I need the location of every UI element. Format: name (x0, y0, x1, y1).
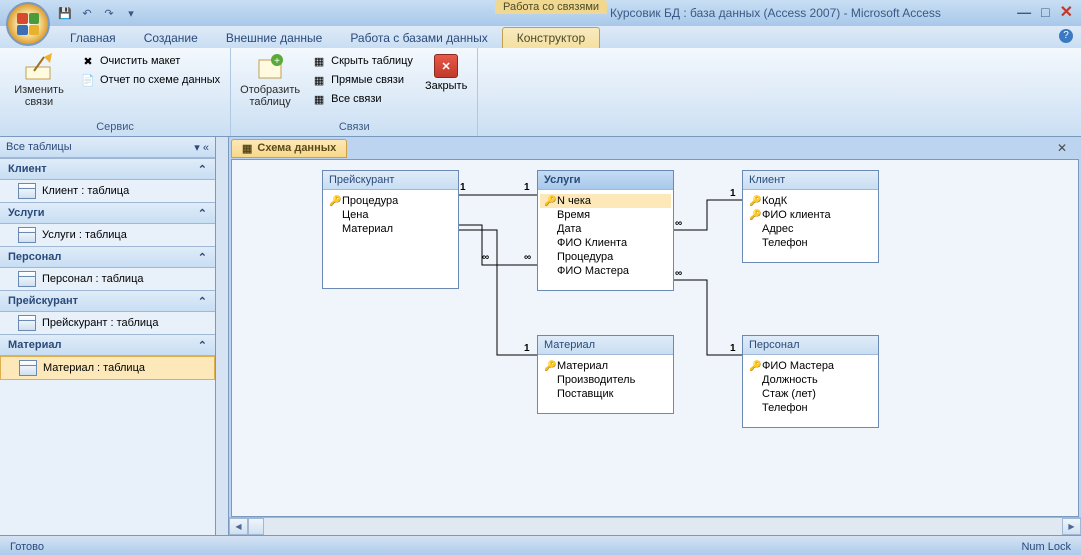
relations-icon: ▦ (242, 142, 252, 155)
horizontal-scrollbar[interactable]: ◀ ▶ (229, 517, 1081, 535)
direct-rel-icon: ▦ (311, 72, 327, 88)
nav-shutter-bar[interactable] (216, 137, 229, 535)
hide-table-icon: ▦ (311, 53, 327, 69)
nav-group-pricelist[interactable]: Прейскурант⌃ (0, 290, 215, 312)
show-table-icon: + (255, 52, 285, 82)
nav-item-services-table[interactable]: Услуги : таблица (0, 224, 215, 246)
group-relations-label: Связи (235, 120, 473, 134)
table-pricelist[interactable]: Прейскурант 🔑Процедура Цена Материал (322, 170, 459, 289)
all-rel-icon: ▦ (311, 91, 327, 107)
help-button[interactable]: ? (1059, 29, 1073, 43)
close-window-button[interactable]: ✕ (1060, 2, 1073, 22)
chevron-up-icon: ⌃ (198, 251, 207, 264)
table-material[interactable]: Материал 🔑Материал Производитель Поставщ… (537, 335, 674, 414)
hide-table-button[interactable]: ▦Скрыть таблицу (309, 52, 415, 70)
tab-database-tools[interactable]: Работа с базами данных (336, 28, 501, 48)
table-staff[interactable]: Персонал 🔑ФИО Мастера Должность Стаж (ле… (742, 335, 879, 428)
chevron-up-icon: ⌃ (198, 207, 207, 220)
report-icon: 📄 (80, 72, 96, 88)
nav-collapse-icon[interactable]: « (203, 142, 209, 154)
tab-home[interactable]: Главная (56, 28, 130, 48)
show-table-button[interactable]: + Отобразить таблицу (235, 50, 305, 110)
redo-icon[interactable]: ↷ (100, 4, 118, 22)
chevron-up-icon: ⌃ (198, 339, 207, 352)
close-relations-button[interactable]: ✕ (434, 54, 458, 78)
edit-relations-button[interactable]: Изменить связи (4, 50, 74, 110)
office-button[interactable] (6, 2, 50, 46)
schema-report-button[interactable]: 📄Отчет по схеме данных (78, 71, 222, 89)
nav-group-services[interactable]: Услуги⌃ (0, 202, 215, 224)
all-relations-button[interactable]: ▦Все связи (309, 90, 415, 108)
qat-dropdown-icon[interactable]: ▾ (122, 4, 140, 22)
nav-dropdown-icon[interactable]: ▾ (194, 142, 200, 154)
table-services[interactable]: Услуги 🔑N чека Время Дата ФИО Клиента Пр… (537, 170, 674, 291)
scroll-thumb[interactable] (248, 518, 264, 535)
tab-constructor[interactable]: Конструктор (502, 27, 600, 48)
nav-group-personnel[interactable]: Персонал⌃ (0, 246, 215, 268)
chevron-up-icon: ⌃ (198, 163, 207, 176)
doc-tab-schema[interactable]: ▦ Схема данных (231, 139, 347, 158)
maximize-button[interactable]: □ (1041, 4, 1049, 20)
tab-external-data[interactable]: Внешние данные (212, 28, 337, 48)
scroll-right-button[interactable]: ▶ (1062, 518, 1081, 535)
svg-text:+: + (274, 56, 280, 67)
scroll-left-button[interactable]: ◀ (229, 518, 248, 535)
edit-relations-icon (24, 52, 54, 82)
table-icon (18, 227, 36, 243)
numlock-indicator: Num Lock (1021, 541, 1071, 553)
chevron-up-icon: ⌃ (198, 295, 207, 308)
nav-item-client-table[interactable]: Клиент : таблица (0, 180, 215, 202)
table-icon (18, 315, 36, 331)
relationships-canvas[interactable]: 11 ∞∞ ∞1 ∞1 1 Прейскурант 🔑Процедура Цен… (231, 159, 1079, 517)
clear-layout-button[interactable]: ✖Очистить макет (78, 52, 222, 70)
quick-access-toolbar: 💾 ↶ ↷ ▾ (56, 4, 140, 22)
nav-item-personnel-table[interactable]: Персонал : таблица (0, 268, 215, 290)
nav-header[interactable]: Все таблицы ▾ « (0, 137, 215, 158)
title-bar: 💾 ↶ ↷ ▾ Работа со связями Курсовик БД : … (0, 0, 1081, 26)
status-bar: Готово Num Lock (0, 535, 1081, 555)
table-icon (18, 271, 36, 287)
direct-relations-button[interactable]: ▦Прямые связи (309, 71, 415, 89)
table-client[interactable]: Клиент 🔑КодК 🔑ФИО клиента Адрес Телефон (742, 170, 879, 263)
tab-create[interactable]: Создание (130, 28, 212, 48)
nav-group-client[interactable]: Клиент⌃ (0, 158, 215, 180)
table-icon (18, 183, 36, 199)
nav-item-material-table[interactable]: Материал : таблица (0, 356, 215, 380)
save-icon[interactable]: 💾 (56, 4, 74, 22)
navigation-pane: Все таблицы ▾ « Клиент⌃ Клиент : таблица… (0, 137, 216, 535)
clear-icon: ✖ (80, 53, 96, 69)
group-service-label: Сервис (4, 120, 226, 134)
close-document-button[interactable]: ✕ (1057, 141, 1067, 155)
window-title: Курсовик БД : база данных (Access 2007) … (610, 6, 941, 20)
document-tabs: ▦ Схема данных ✕ (229, 137, 1081, 159)
ribbon-tabs: Главная Создание Внешние данные Работа с… (0, 26, 1081, 48)
close-label: Закрыть (425, 80, 467, 92)
nav-group-material[interactable]: Материал⌃ (0, 334, 215, 356)
table-icon (19, 360, 37, 376)
status-text: Готово (10, 541, 44, 553)
nav-item-pricelist-table[interactable]: Прейскурант : таблица (0, 312, 215, 334)
undo-icon[interactable]: ↶ (78, 4, 96, 22)
ribbon: Изменить связи ✖Очистить макет 📄Отчет по… (0, 48, 1081, 137)
minimize-button[interactable]: — (1017, 4, 1031, 20)
contextual-tab-label: Работа со связями (495, 0, 607, 14)
